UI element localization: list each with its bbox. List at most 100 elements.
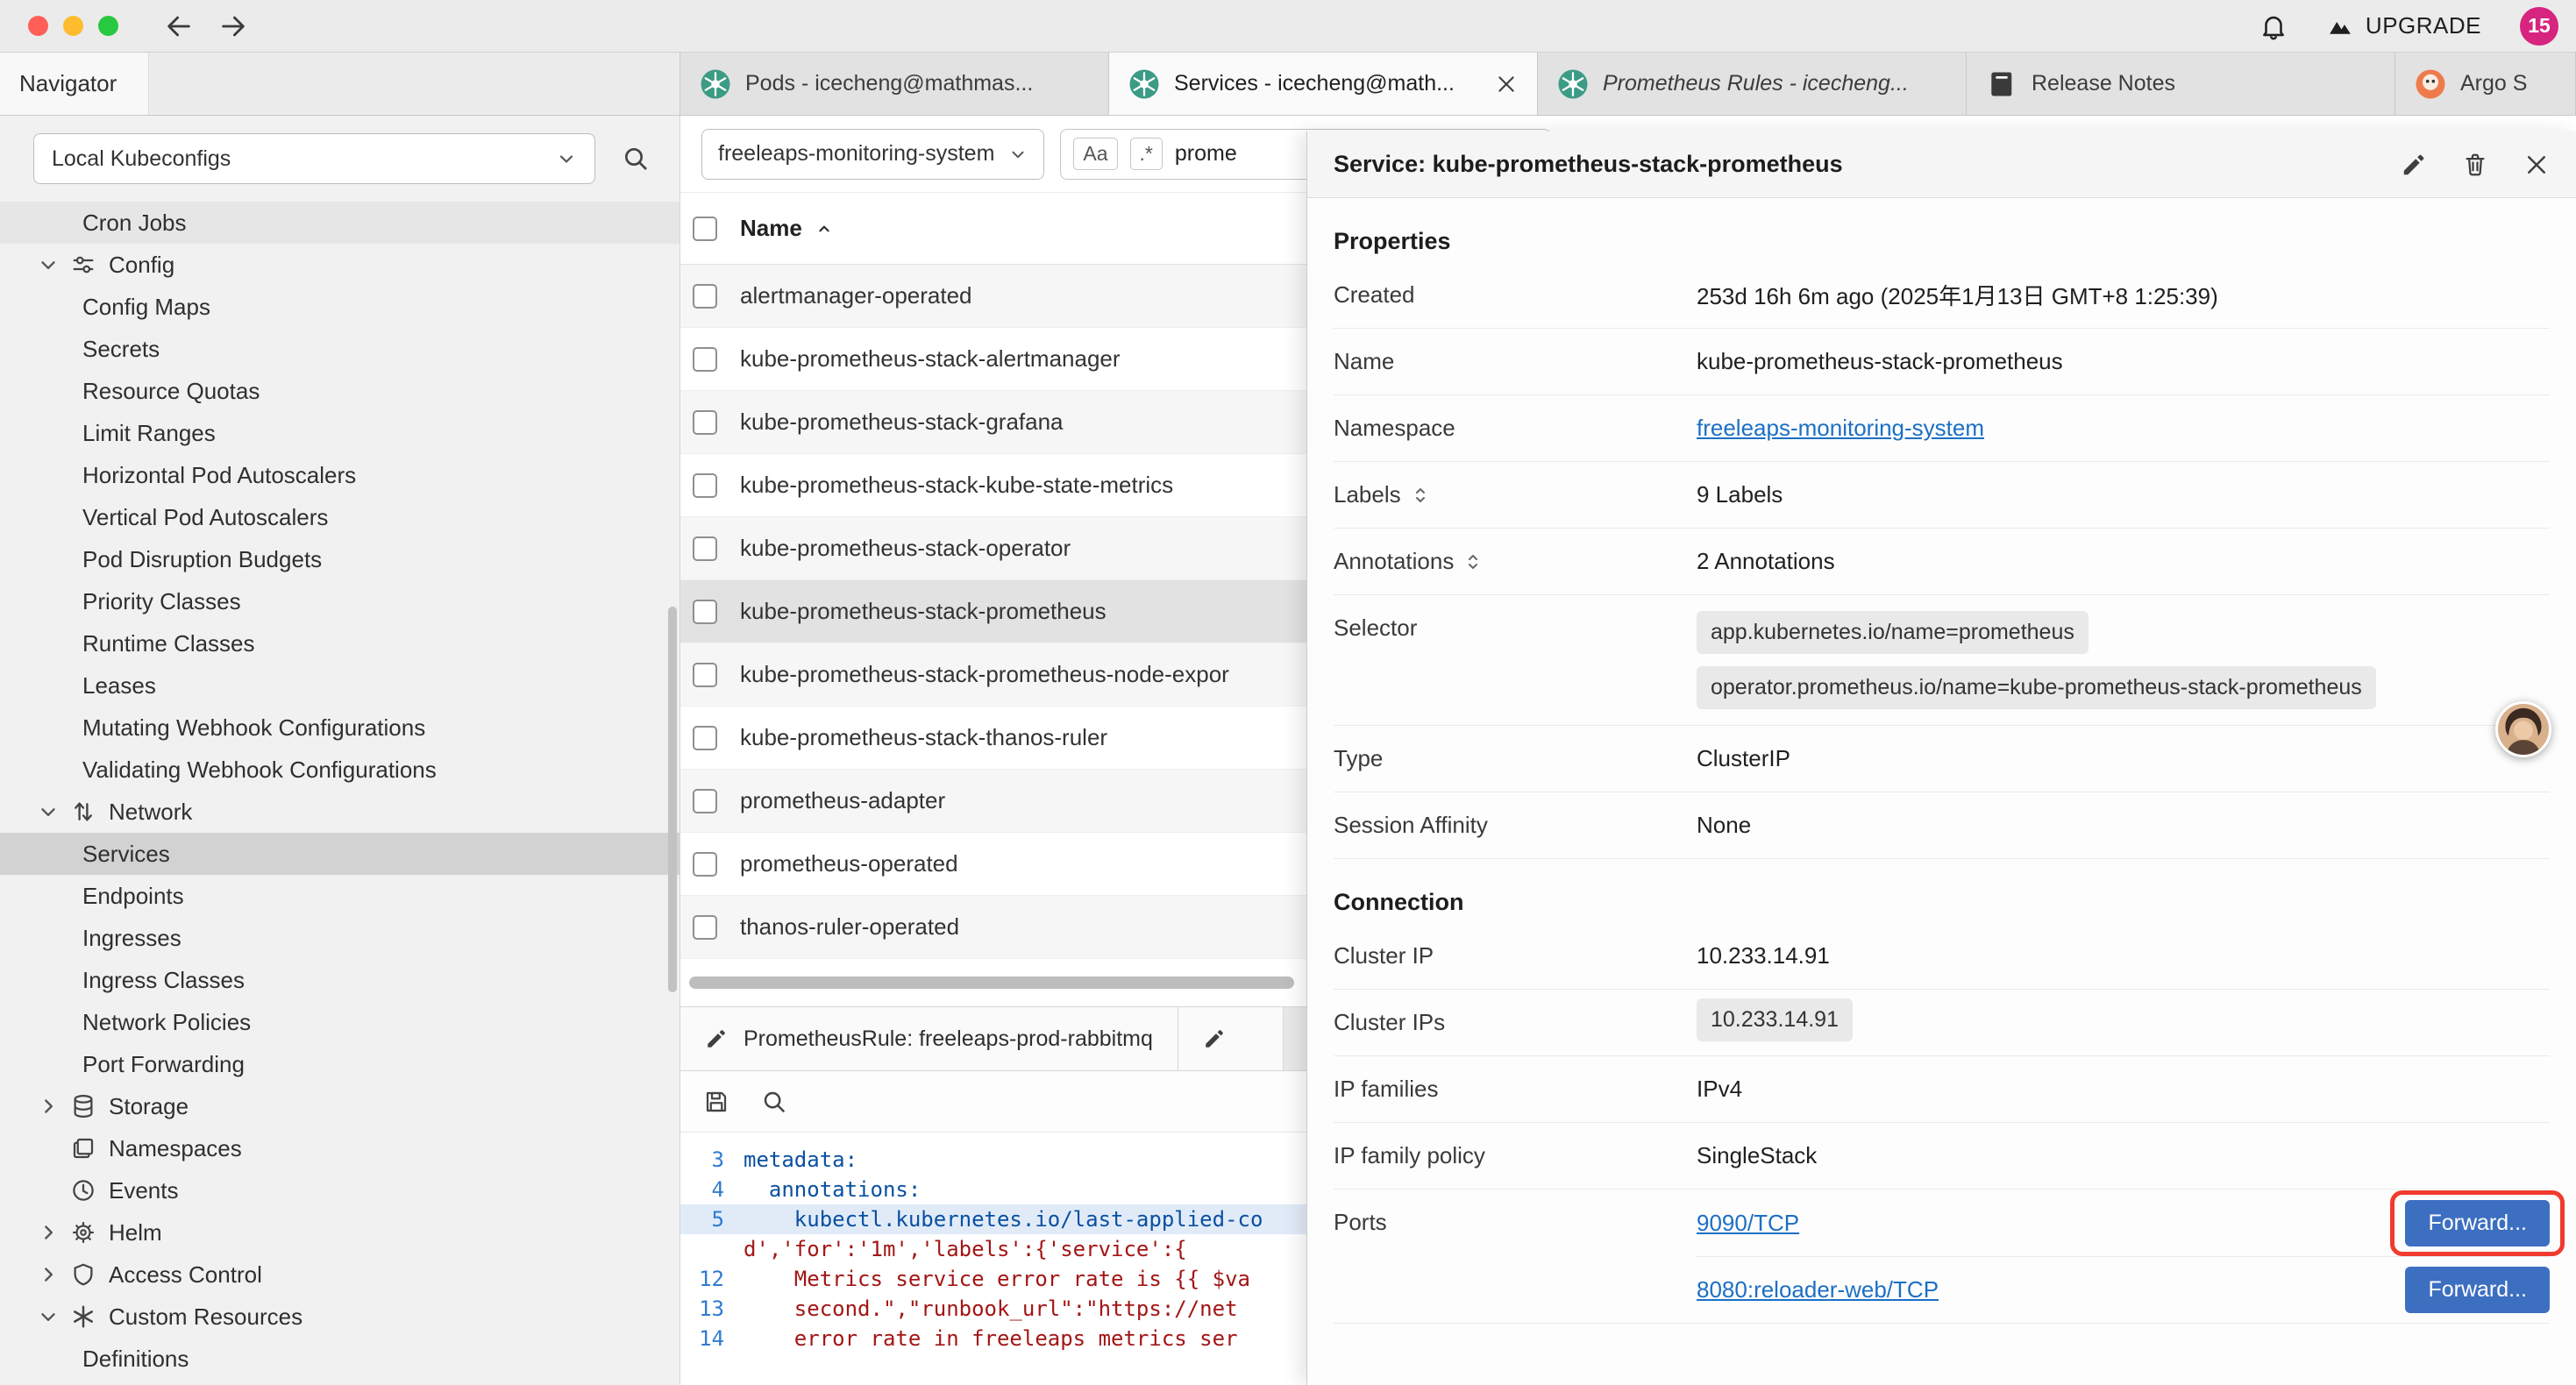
row-checkbox[interactable]: [693, 347, 717, 372]
chevron-right-icon: [37, 1263, 60, 1286]
user-avatar[interactable]: [2495, 701, 2551, 757]
sidebar-item-validating-webhook-configurations[interactable]: Validating Webhook Configurations: [0, 749, 680, 791]
sidebar-item-network-policies[interactable]: Network Policies: [0, 1001, 680, 1043]
chevron-right-icon: [37, 1095, 60, 1118]
navigator-tab[interactable]: Navigator: [0, 53, 149, 115]
sidebar-item-label: Ingresses: [82, 925, 181, 952]
scrollbar-thumb[interactable]: [689, 977, 1294, 989]
close-drawer-icon[interactable]: [2523, 152, 2550, 178]
sidebar-item-storage[interactable]: Storage: [0, 1085, 680, 1127]
forward-icon[interactable]: [218, 11, 248, 41]
sidebar-item-limit-ranges[interactable]: Limit Ranges: [0, 412, 680, 454]
editor-tab-label: PrometheusRule: freeleaps-prod-rabbitmq: [744, 1026, 1153, 1052]
detail-row-annotations: Annotations2 Annotations: [1334, 529, 2550, 595]
storage-icon: [70, 1093, 96, 1119]
name-column-header[interactable]: Name: [740, 215, 802, 242]
sidebar-item-resource-quotas[interactable]: Resource Quotas: [0, 370, 680, 412]
sidebar-item-ingress-classes[interactable]: Ingress Classes: [0, 959, 680, 1001]
match-case-toggle[interactable]: Aa: [1073, 138, 1117, 170]
maximize-window-button[interactable]: [98, 16, 118, 36]
detail-label: IP family policy: [1334, 1142, 1697, 1169]
forward-button[interactable]: Forward...: [2405, 1200, 2550, 1246]
minimize-window-button[interactable]: [63, 16, 83, 36]
tab-release-notes[interactable]: Release Notes: [1967, 53, 2395, 115]
sort-icon[interactable]: [1462, 551, 1484, 572]
namespace-filter[interactable]: freeleaps-monitoring-system: [701, 129, 1044, 180]
sidebar-item-services[interactable]: Services: [0, 833, 680, 875]
code-text: error rate in freeleaps metrics ser: [744, 1326, 1238, 1351]
row-checkbox[interactable]: [693, 600, 717, 624]
row-checkbox[interactable]: [693, 915, 717, 940]
save-icon[interactable]: [703, 1089, 729, 1115]
sidebar-item-port-forwarding[interactable]: Port Forwarding: [0, 1043, 680, 1085]
sidebar-item-custom-resources[interactable]: Custom Resources: [0, 1296, 680, 1338]
sidebar-item-network[interactable]: Network: [0, 791, 680, 833]
delete-icon[interactable]: [2462, 152, 2488, 178]
row-checkbox[interactable]: [693, 536, 717, 561]
events-icon: [70, 1177, 96, 1204]
sidebar-item-priority-classes[interactable]: Priority Classes: [0, 580, 680, 622]
notification-count-badge[interactable]: 15: [2520, 7, 2558, 46]
tab-prometheus-rules-icecheng[interactable]: Prometheus Rules - icecheng...: [1538, 53, 1967, 115]
back-icon[interactable]: [164, 11, 194, 41]
row-checkbox[interactable]: [693, 284, 717, 309]
titlebar: UPGRADE 15: [0, 0, 2576, 53]
sidebar-item-config-maps[interactable]: Config Maps: [0, 286, 680, 328]
port-row: 8080:reloader-web/TCP Forward...: [1697, 1256, 2550, 1323]
row-checkbox[interactable]: [693, 663, 717, 687]
sidebar-item-mutating-webhook-configurations[interactable]: Mutating Webhook Configurations: [0, 707, 680, 749]
sidebar-item-ingresses[interactable]: Ingresses: [0, 917, 680, 959]
search-input[interactable]: prome: [1175, 141, 1237, 167]
sidebar-item-secrets[interactable]: Secrets: [0, 328, 680, 370]
sidebar-item-definitions[interactable]: Definitions: [0, 1338, 680, 1380]
sidebar-item-cron-jobs[interactable]: Cron Jobs: [0, 202, 680, 244]
service-name: kube-prometheus-stack-prometheus: [740, 598, 1107, 625]
namespace-link[interactable]: freeleaps-monitoring-system: [1697, 415, 1984, 441]
tab-bar: Pods - icecheng@mathmas...Services - ice…: [680, 53, 2576, 115]
row-checkbox[interactable]: [693, 789, 717, 813]
kubeconfig-selector[interactable]: Local Kubeconfigs: [33, 133, 595, 184]
row-checkbox[interactable]: [693, 726, 717, 750]
editor-search-icon[interactable]: [761, 1089, 787, 1115]
sidebar-item-access-control[interactable]: Access Control: [0, 1254, 680, 1296]
row-checkbox[interactable]: [693, 473, 717, 498]
sidebar-search-icon[interactable]: [622, 145, 650, 173]
select-all-checkbox[interactable]: [693, 217, 717, 241]
sidebar-item-leases[interactable]: Leases: [0, 664, 680, 707]
tab-argo-s[interactable]: Argo S: [2395, 53, 2576, 115]
detail-label: Name: [1334, 348, 1697, 375]
row-checkbox[interactable]: [693, 410, 717, 435]
close-window-button[interactable]: [28, 16, 48, 36]
port-link[interactable]: 8080:reloader-web/TCP: [1697, 1276, 1939, 1303]
upgrade-button[interactable]: UPGRADE: [2327, 12, 2481, 39]
forward-button[interactable]: Forward...: [2405, 1267, 2550, 1313]
sidebar-item-namespaces[interactable]: Namespaces: [0, 1127, 680, 1169]
sidebar-item-config[interactable]: Config: [0, 244, 680, 286]
tab-services-icecheng-math[interactable]: Services - icecheng@math...: [1109, 53, 1538, 115]
sidebar-item-label: Config: [109, 252, 174, 279]
sidebar-item-label: Limit Ranges: [82, 420, 216, 447]
detail-row-selector: Selectorapp.kubernetes.io/name=prometheu…: [1334, 595, 2550, 726]
close-icon[interactable]: [1495, 73, 1518, 96]
editor-tab-1[interactable]: PrometheusRule: freeleaps-prod-rabbitmq: [680, 1007, 1178, 1070]
sidebar-item-endpoints[interactable]: Endpoints: [0, 875, 680, 917]
sidebar-item-runtime-classes[interactable]: Runtime Classes: [0, 622, 680, 664]
sidebar-item-vertical-pod-autoscalers[interactable]: Vertical Pod Autoscalers: [0, 496, 680, 538]
sidebar-item-events[interactable]: Events: [0, 1169, 680, 1211]
sidebar-item-helm[interactable]: Helm: [0, 1211, 680, 1254]
sidebar-item-horizontal-pod-autoscalers[interactable]: Horizontal Pod Autoscalers: [0, 454, 680, 496]
drawer-body: Properties Created253d 16h 6m ago (2025年…: [1307, 198, 2576, 1385]
sidebar-item-label: Services: [82, 841, 170, 868]
notifications-bell-icon[interactable]: [2259, 11, 2288, 41]
detail-value: kube-prometheus-stack-prometheus: [1697, 348, 2550, 375]
port-link[interactable]: 9090/TCP: [1697, 1210, 1799, 1237]
row-checkbox[interactable]: [693, 852, 717, 877]
editor-tab-2[interactable]: [1178, 1007, 1284, 1070]
sidebar-scrollbar[interactable]: [668, 607, 677, 992]
regex-toggle[interactable]: .*: [1130, 138, 1163, 170]
sidebar-item-pod-disruption-budgets[interactable]: Pod Disruption Budgets: [0, 538, 680, 580]
edit-icon[interactable]: [2401, 152, 2427, 178]
tab-pods-icecheng-mathmas[interactable]: Pods - icecheng@mathmas...: [680, 53, 1109, 115]
sort-icon[interactable]: [1410, 485, 1431, 506]
sort-ascending-icon[interactable]: [815, 219, 834, 238]
